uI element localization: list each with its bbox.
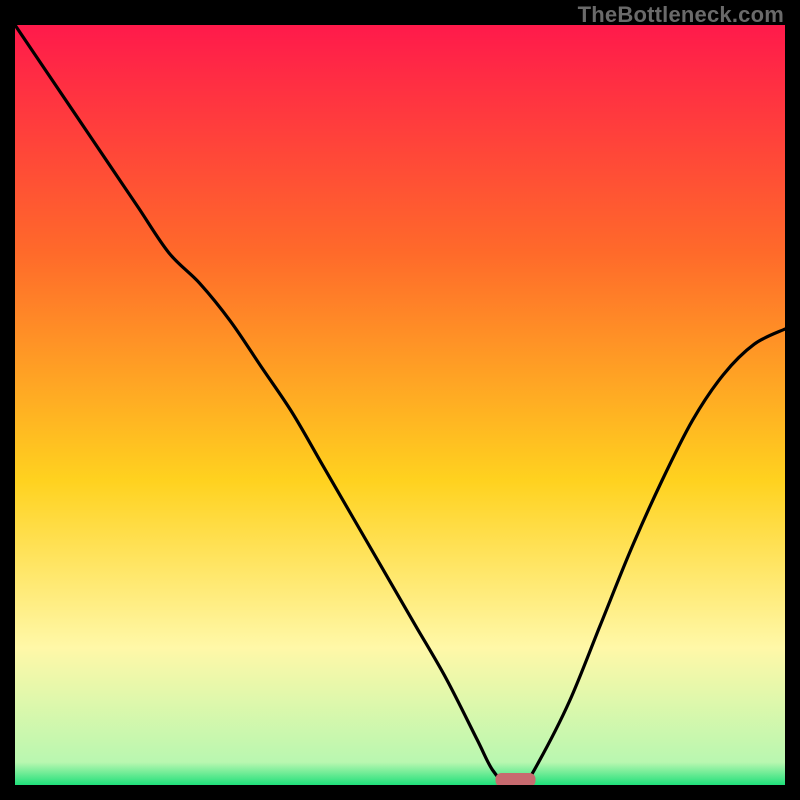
chart-frame: TheBottleneck.com [0, 0, 800, 800]
optimal-marker [496, 773, 536, 785]
bottleneck-chart [15, 25, 785, 785]
plot-area [15, 25, 785, 785]
gradient-background [15, 25, 785, 785]
